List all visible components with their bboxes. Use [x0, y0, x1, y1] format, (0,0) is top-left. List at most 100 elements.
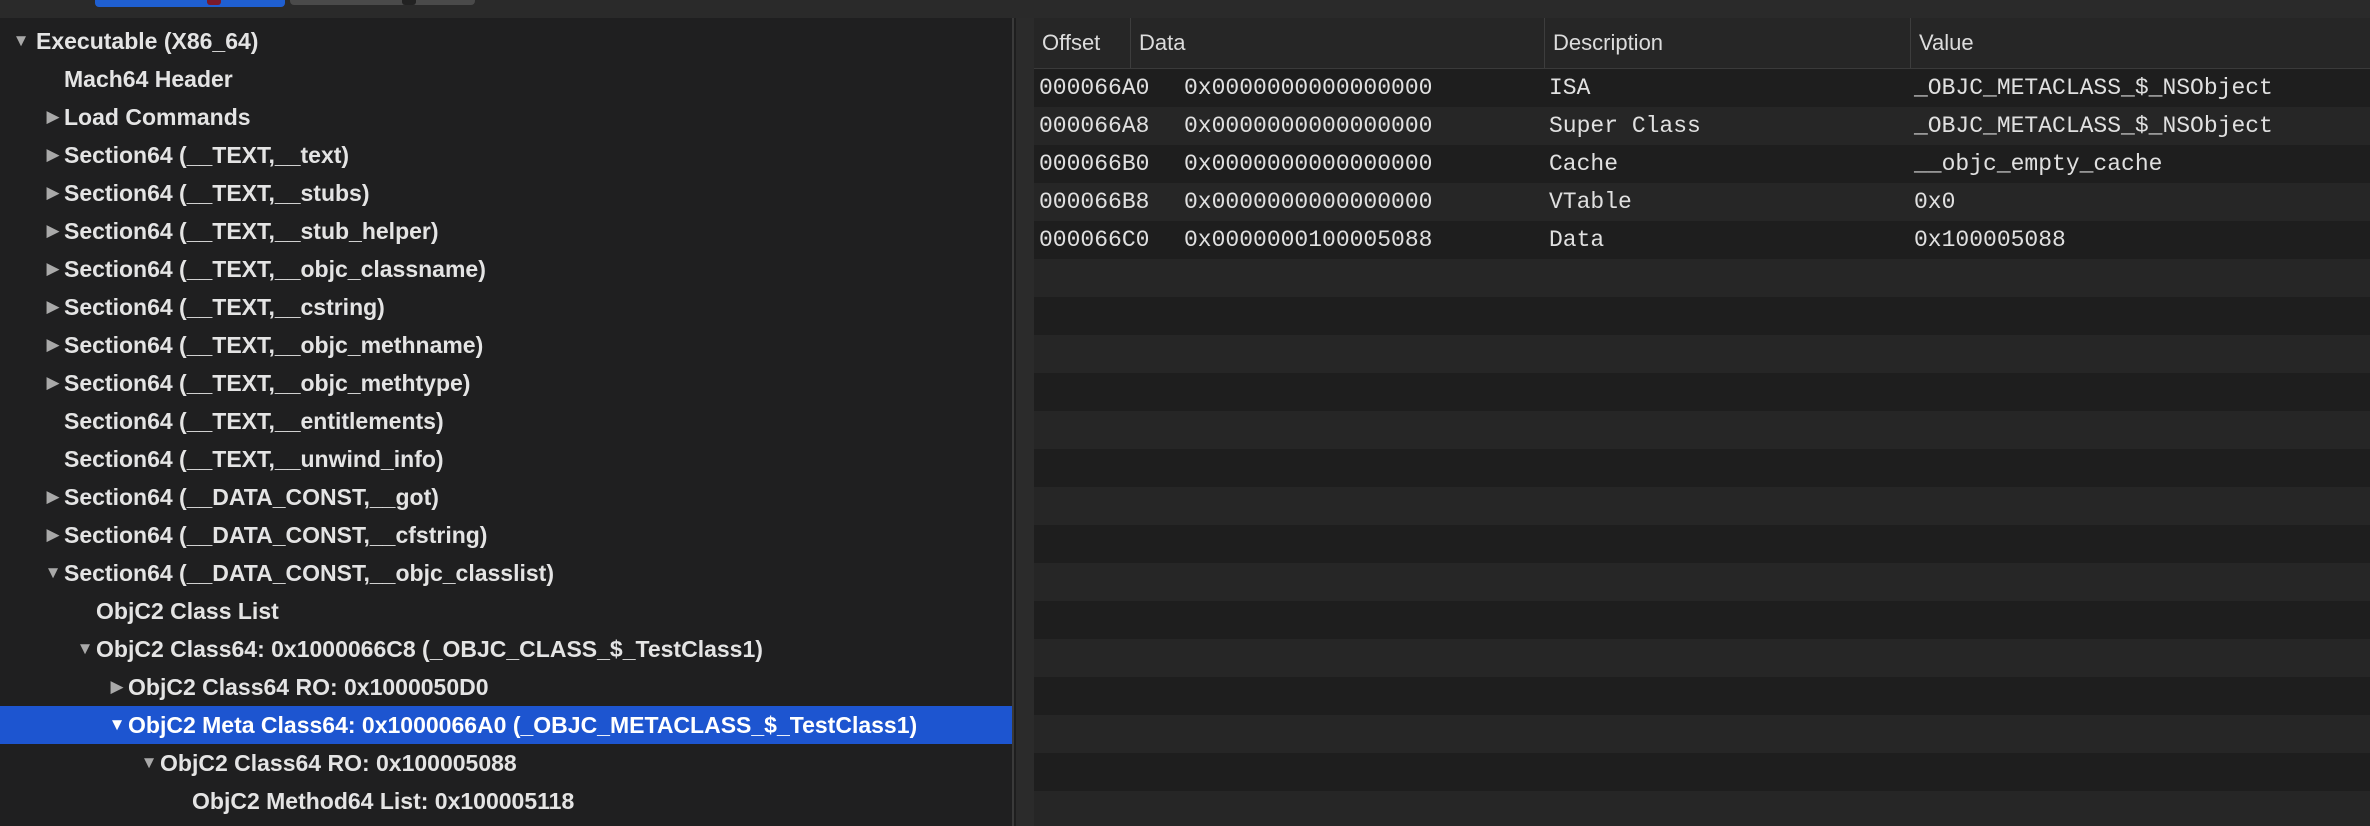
- tree-row-label: ObjC2 Class64 RO: 0x1000050D0: [128, 674, 489, 700]
- cell-value: 0x100005088: [1914, 227, 2066, 253]
- table-row[interactable]: 000066C0 0x0000000100005088 Data 0x10000508…: [1034, 221, 2370, 259]
- tree-row[interactable]: ▶ Section64 (__TEXT,__text): [0, 136, 1012, 174]
- disclosure-collapsed-icon[interactable]: ▶: [44, 326, 62, 364]
- cell-value: __objc_empty_cache: [1914, 151, 2163, 177]
- table-row: [1034, 601, 2370, 639]
- tree-row[interactable]: Section64 (__TEXT,__unwind_info): [0, 440, 1012, 478]
- disclosure-expanded-icon[interactable]: ▼: [140, 744, 158, 782]
- disclosure-collapsed-icon[interactable]: ▶: [44, 174, 62, 212]
- column-header-value[interactable]: Value: [1910, 18, 2370, 68]
- disclosure-collapsed-icon[interactable]: ▶: [44, 98, 62, 136]
- table-row[interactable]: 000066B0 0x0000000000000000 Cache __objc_em…: [1034, 145, 2370, 183]
- table-row: [1034, 715, 2370, 753]
- disclosure-collapsed-icon[interactable]: ▶: [44, 136, 62, 174]
- close-icon[interactable]: [207, 0, 221, 5]
- disclosure-expanded-icon[interactable]: ▼: [12, 22, 30, 60]
- table-row[interactable]: 000066B8 0x0000000000000000 VTable 0x0: [1034, 183, 2370, 221]
- table-row: [1034, 449, 2370, 487]
- cell-offset: 000066A8: [1039, 113, 1150, 139]
- table-row: [1034, 411, 2370, 449]
- tree-row[interactable]: ▶ Section64 (__DATA_CONST,__got): [0, 478, 1012, 516]
- tree-row[interactable]: ▶ Load Commands: [0, 98, 1012, 136]
- cell-value: _OBJC_METACLASS_$_NSObject: [1914, 113, 2273, 139]
- tree-row[interactable]: ▶ ObjC2 Class64 RO: 0x1000050D0: [0, 668, 1012, 706]
- table-row: [1034, 297, 2370, 335]
- disclosure-expanded-icon[interactable]: ▼: [44, 554, 62, 592]
- tree-row-label: Section64 (__TEXT,__objc_classname): [64, 256, 486, 282]
- disclosure-collapsed-icon[interactable]: ▶: [44, 364, 62, 402]
- cell-value: 0x0: [1914, 189, 1956, 215]
- column-header-offset[interactable]: Offset: [1034, 18, 1130, 68]
- cell-offset: 000066B8: [1039, 189, 1150, 215]
- table-row: [1034, 791, 2370, 826]
- table-row[interactable]: 000066A8 0x0000000000000000 Super Class _OB…: [1034, 107, 2370, 145]
- tree-row[interactable]: ▼ Executable (X86_64): [0, 22, 1012, 60]
- close-icon[interactable]: [402, 0, 416, 5]
- tree-row-label: ObjC2 Class List: [96, 598, 279, 624]
- tree-row[interactable]: ObjC2 Class List: [0, 592, 1012, 630]
- tree-row-label: Section64 (__TEXT,__objc_methname): [64, 332, 484, 358]
- table-row: [1034, 259, 2370, 297]
- tree-row-label: ObjC2 Class64: 0x1000066C8 (_OBJC_CLASS_…: [96, 636, 763, 662]
- table-header: Offset Data Description Value: [1034, 18, 2370, 69]
- inactive-tab[interactable]: [290, 0, 475, 5]
- table-row: [1034, 563, 2370, 601]
- disclosure-collapsed-icon[interactable]: ▶: [44, 478, 62, 516]
- disclosure-collapsed-icon[interactable]: ▶: [44, 288, 62, 326]
- focus-ring: [1012, 18, 1014, 826]
- disclosure-collapsed-icon[interactable]: ▶: [44, 516, 62, 554]
- tree-row-label: Section64 (__TEXT,__text): [64, 142, 350, 168]
- split-divider[interactable]: [1016, 18, 1034, 826]
- column-header-data[interactable]: Data: [1130, 18, 1372, 68]
- cell-description: ISA: [1549, 75, 1591, 101]
- tree-row-label: ObjC2 Class64 RO: 0x100005088: [160, 750, 517, 776]
- cell-description: Data: [1549, 227, 1605, 253]
- tree-row[interactable]: ▶ Section64 (__TEXT,__objc_methtype): [0, 364, 1012, 402]
- tree-row-label: ObjC2 Meta Class64: 0x1000066A0 (_OBJC_M…: [128, 712, 918, 738]
- disclosure-expanded-icon[interactable]: ▼: [76, 630, 94, 668]
- tree-row[interactable]: ▶ Section64 (__DATA_CONST,__cfstring): [0, 516, 1012, 554]
- cell-value: _OBJC_METACLASS_$_NSObject: [1914, 75, 2273, 101]
- tree-row[interactable]: ▼ ObjC2 Class64 RO: 0x100005088: [0, 744, 1012, 782]
- cell-offset: 000066B0: [1039, 151, 1150, 177]
- column-header-description[interactable]: Description: [1544, 18, 1910, 68]
- window-tab-strip: [0, 0, 2370, 18]
- outline-tree[interactable]: ▼ Executable (X86_64) Mach64 Header ▶ Load C…: [0, 18, 1014, 826]
- table-row: [1034, 677, 2370, 715]
- tree-row[interactable]: Section64 (__TEXT,__entitlements): [0, 402, 1012, 440]
- active-tab[interactable]: [95, 0, 285, 7]
- tree-row-label: Section64 (__TEXT,__stubs): [64, 180, 370, 206]
- tree-row[interactable]: ▶ Section64 (__TEXT,__objc_methname): [0, 326, 1012, 364]
- disclosure-collapsed-icon[interactable]: ▶: [44, 212, 62, 250]
- tree-row[interactable]: ▼ ObjC2 Meta Class64: 0x1000066A0 (_OBJC_…: [0, 706, 1012, 744]
- tree-row-label: Executable (X86_64): [36, 28, 259, 54]
- tree-row-label: Mach64 Header: [64, 66, 233, 92]
- tree-row-label: Section64 (__TEXT,__cstring): [64, 294, 385, 320]
- tree-row[interactable]: ▼ ObjC2 Class64: 0x1000066C8 (_OBJC_CLASS…: [0, 630, 1012, 668]
- table-row: [1034, 753, 2370, 791]
- tree-row[interactable]: ▼ Section64 (__DATA_CONST,__objc_classlis…: [0, 554, 1012, 592]
- tree-row[interactable]: ▶ Section64 (__TEXT,__objc_classname): [0, 250, 1012, 288]
- tree-row[interactable]: ▶ Section64 (__TEXT,__stub_helper): [0, 212, 1012, 250]
- tree-row[interactable]: Mach64 Header: [0, 60, 1012, 98]
- tree-row[interactable]: ▶ Section64 (__TEXT,__stubs): [0, 174, 1012, 212]
- tree-row-label: ObjC2 Method64 List: 0x100005118: [192, 788, 575, 814]
- tree-row-label: Section64 (__TEXT,__stub_helper): [64, 218, 439, 244]
- disclosure-collapsed-icon[interactable]: ▶: [44, 250, 62, 288]
- table-row[interactable]: 000066A0 0x0000000000000000 ISA _OBJC_METAC…: [1034, 69, 2370, 107]
- disclosure-collapsed-icon[interactable]: ▶: [108, 668, 126, 706]
- disclosure-expanded-icon[interactable]: ▼: [108, 706, 126, 744]
- tree-row[interactable]: ▶ Section64 (__TEXT,__cstring): [0, 288, 1012, 326]
- cell-data: 0x0000000000000000: [1184, 75, 1433, 101]
- table-row: [1034, 373, 2370, 411]
- cell-offset: 000066A0: [1039, 75, 1150, 101]
- table-row: [1034, 525, 2370, 563]
- tree-row-label: Section64 (__DATA_CONST,__got): [64, 484, 439, 510]
- cell-data: 0x0000000100005088: [1184, 227, 1433, 253]
- cell-description: VTable: [1549, 189, 1632, 215]
- cell-offset: 000066C0: [1039, 227, 1150, 253]
- detail-table[interactable]: Offset Data Description Value 000066A0 0x…: [1034, 18, 2370, 826]
- tree-row-label: Section64 (__TEXT,__entitlements): [64, 408, 444, 434]
- cell-description: Cache: [1549, 151, 1619, 177]
- tree-row[interactable]: ObjC2 Method64 List: 0x100005118: [0, 782, 1012, 820]
